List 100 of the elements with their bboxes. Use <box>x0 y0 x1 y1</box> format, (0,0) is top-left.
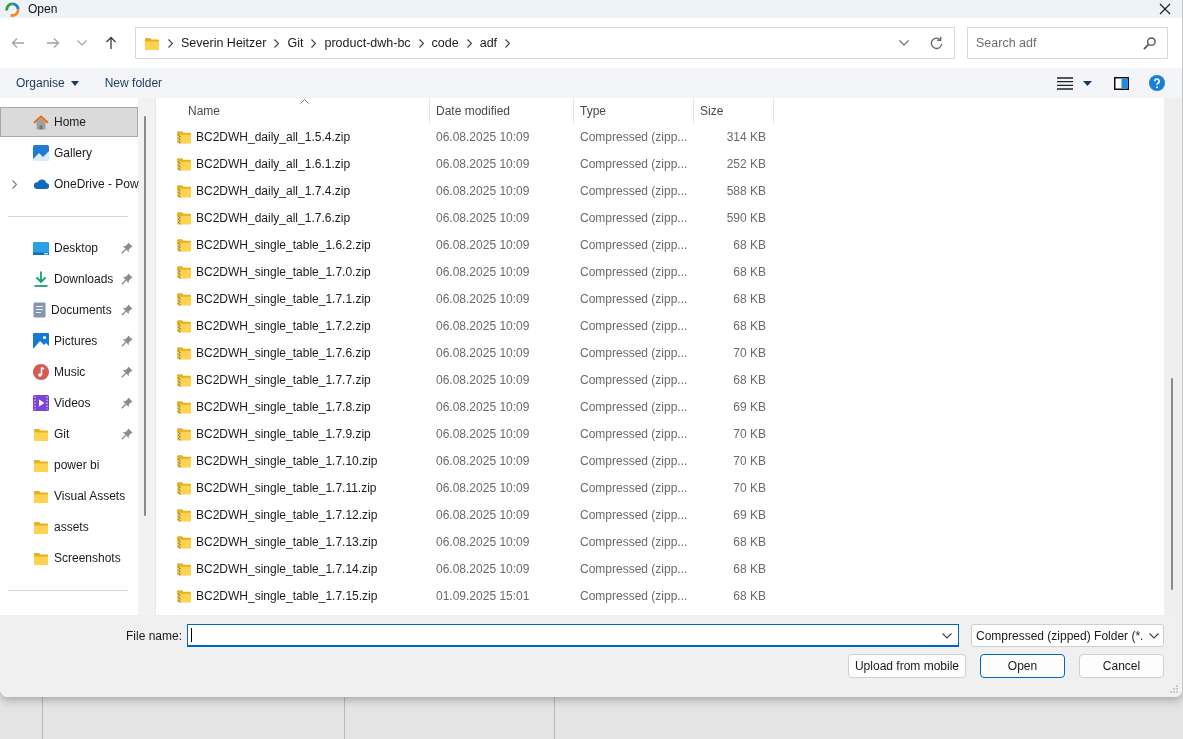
sidebar-item[interactable]: Videos <box>0 388 138 418</box>
folder-icon <box>33 427 49 441</box>
file-name[interactable]: BC2DWH_single_table_1.7.2.zip <box>196 318 371 333</box>
sidebar-item[interactable]: assets <box>0 512 138 542</box>
pin-icon <box>121 366 133 378</box>
file-name[interactable]: BC2DWH_single_table_1.7.11.zip <box>196 480 377 495</box>
column-header[interactable]: Type <box>574 98 694 123</box>
dialog-button[interactable]: Upload from mobile <box>847 654 966 678</box>
sidebar-item[interactable]: Pictures <box>0 326 138 356</box>
breadcrumb-item[interactable]: product-dwh-bc <box>324 36 411 50</box>
breadcrumb-item[interactable]: Git <box>287 36 304 50</box>
file-type: Compressed (zipp... <box>579 507 689 522</box>
date-modified: 06.08.2025 10:09 <box>435 480 531 495</box>
chevron-right-icon[interactable] <box>168 38 173 48</box>
sidebar-item[interactable]: Home <box>0 107 138 137</box>
file-name[interactable]: BC2DWH_single_table_1.6.2.zip <box>196 237 371 252</box>
column-header[interactable]: Date modified <box>430 98 574 123</box>
up-arrow-icon[interactable] <box>105 36 117 50</box>
folder-icon <box>33 458 49 472</box>
address-bar[interactable]: Severin Heitzer Git product-dwh-bc code adf <box>135 27 955 59</box>
download-icon <box>33 271 49 287</box>
file-name[interactable]: BC2DWH_single_table_1.7.14.zip <box>196 561 378 576</box>
sidebar-item[interactable]: Gallery <box>0 138 138 168</box>
sidebar-item[interactable]: OneDrive - Pow <box>0 169 138 199</box>
sidebar-item[interactable]: power bi <box>0 450 138 480</box>
chevron-down-icon[interactable] <box>942 633 952 639</box>
file-name-label: File name: <box>125 628 182 643</box>
breadcrumb-item[interactable]: adf <box>479 36 498 50</box>
refresh-icon[interactable] <box>929 35 944 51</box>
date-modified: 06.08.2025 10:09 <box>435 399 531 414</box>
close-icon[interactable] <box>1159 3 1171 15</box>
resize-grip-icon[interactable] <box>1170 685 1178 693</box>
file-name[interactable]: BC2DWH_daily_all_1.6.1.zip <box>196 156 351 171</box>
file-name[interactable]: BC2DWH_single_table_1.7.6.zip <box>196 345 371 360</box>
file-type: Compressed (zipp... <box>579 453 689 468</box>
file-name[interactable]: BC2DWH_single_table_1.7.15.zip <box>196 588 378 603</box>
expand-chevron-icon[interactable] <box>12 179 17 189</box>
search-field[interactable]: Search adf <box>967 27 1168 59</box>
sidebar-item[interactable]: Music <box>0 357 138 387</box>
zip-folder-icon <box>176 480 192 495</box>
zip-folder-icon <box>176 210 192 225</box>
folder-icon <box>33 489 49 503</box>
file-type-dropdown[interactable]: Compressed (zipped) Folder (*. <box>971 624 1164 647</box>
file-name[interactable]: BC2DWH_single_table_1.7.0.zip <box>196 264 371 279</box>
document-icon <box>33 302 46 318</box>
file-name[interactable]: BC2DWH_single_table_1.7.12.zip <box>196 507 378 522</box>
date-modified: 06.08.2025 10:09 <box>435 561 531 576</box>
breadcrumb-item[interactable]: code <box>431 36 459 50</box>
sidebar-item[interactable]: Screenshots <box>0 543 138 573</box>
file-size: 68 KB <box>732 588 767 603</box>
scrollbar-thumb[interactable] <box>1171 378 1173 590</box>
chevron-right-icon[interactable] <box>418 38 424 48</box>
dialog-button[interactable]: Open <box>980 654 1065 678</box>
file-name[interactable]: BC2DWH_single_table_1.7.10.zip <box>196 453 378 468</box>
toolbar-button[interactable]: New folder <box>104 76 163 90</box>
window-title: Open <box>28 2 58 16</box>
sidebar-item[interactable]: Git <box>0 419 138 449</box>
file-size: 68 KB <box>732 534 767 549</box>
sidebar-item[interactable]: Visual Assets <box>0 481 138 511</box>
file-name[interactable]: BC2DWH_single_table_1.7.9.zip <box>196 426 371 441</box>
file-name[interactable]: BC2DWH_single_table_1.7.7.zip <box>196 372 371 387</box>
chevron-down-icon[interactable] <box>899 40 909 46</box>
chevron-right-icon[interactable] <box>505 38 511 48</box>
file-name[interactable]: BC2DWH_single_table_1.7.13.zip <box>196 534 378 549</box>
pane-icon[interactable] <box>1114 76 1129 90</box>
sidebar-item[interactable]: Downloads <box>0 264 138 294</box>
file-size: 68 KB <box>732 561 767 576</box>
column-header[interactable]: Size <box>694 98 774 123</box>
search-icon[interactable] <box>1143 37 1156 50</box>
file-name[interactable]: BC2DWH_single_table_1.7.8.zip <box>196 399 371 414</box>
file-type: Compressed (zipp... <box>579 183 689 198</box>
file-size: 314 KB <box>725 129 767 144</box>
sidebar-item[interactable]: Documents <box>0 295 138 325</box>
scrollbar-thumb[interactable] <box>144 116 146 516</box>
file-name[interactable]: BC2DWH_daily_all_1.7.4.zip <box>196 183 351 198</box>
chevron-right-icon[interactable] <box>274 38 280 48</box>
file-name[interactable]: BC2DWH_single_table_1.7.1.zip <box>196 291 371 306</box>
pin-icon <box>121 335 133 347</box>
column-header[interactable]: Name <box>157 98 430 123</box>
zip-folder-icon <box>176 453 192 468</box>
breadcrumb-item[interactable]: Severin Heitzer <box>181 36 267 50</box>
zip-folder-icon <box>176 345 192 360</box>
pin-icon <box>121 242 133 254</box>
house-icon <box>33 114 49 130</box>
file-name-field[interactable] <box>187 624 959 647</box>
caret-icon[interactable] <box>1083 80 1092 86</box>
chevron-right-icon[interactable] <box>311 38 317 48</box>
help-icon[interactable] <box>1149 75 1165 91</box>
zip-folder-icon <box>176 183 192 198</box>
list-view-icon[interactable] <box>1057 76 1073 90</box>
toolbar-button[interactable]: Organise <box>16 76 79 90</box>
pin-icon <box>121 273 133 285</box>
dialog-button[interactable]: Cancel <box>1079 654 1164 678</box>
file-name[interactable]: BC2DWH_daily_all_1.7.6.zip <box>196 210 351 225</box>
date-modified: 06.08.2025 10:09 <box>435 534 531 549</box>
chevron-right-icon[interactable] <box>466 38 472 48</box>
file-size: 69 KB <box>732 507 767 522</box>
sidebar-item[interactable]: Desktop <box>0 233 138 263</box>
file-name[interactable]: BC2DWH_daily_all_1.5.4.zip <box>196 129 351 144</box>
music-note-icon <box>33 364 49 380</box>
